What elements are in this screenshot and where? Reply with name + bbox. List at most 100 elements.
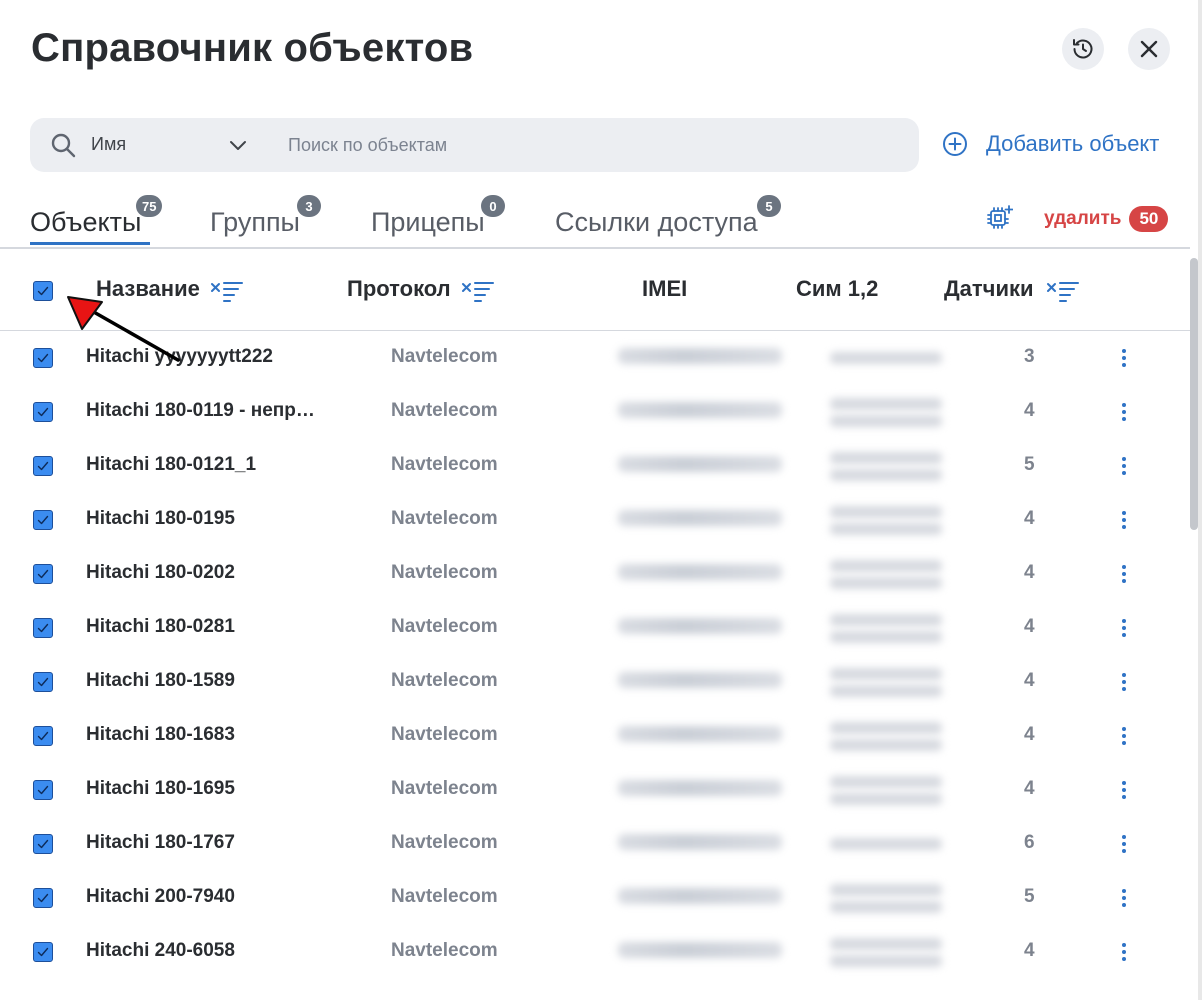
sort-filter-icon[interactable] <box>210 278 244 302</box>
object-protocol: Navtelecom <box>391 940 498 961</box>
object-name[interactable]: Hitachi 180-0119 - непр… <box>86 400 315 422</box>
table-row[interactable]: Hitachi 180-0119 - непр… Navtelecom 4 <box>0 385 1190 439</box>
sim-value-redacted <box>830 523 942 535</box>
column-header-sensors[interactable]: Датчики <box>944 276 1034 302</box>
row-checkbox[interactable] <box>33 456 53 476</box>
imei-value-redacted <box>618 618 782 634</box>
sim-value-redacted <box>830 506 942 518</box>
more-options-icon[interactable] <box>1112 561 1136 587</box>
tab-objects[interactable]: Объекты <box>30 207 141 238</box>
check-icon <box>37 677 49 687</box>
more-options-icon[interactable] <box>1112 615 1136 641</box>
column-header-name[interactable]: Название <box>96 276 200 302</box>
close-button[interactable] <box>1128 28 1170 70</box>
object-protocol: Navtelecom <box>391 886 498 907</box>
object-name[interactable]: Hitachi 180-1695 <box>86 778 235 800</box>
imei-value-redacted <box>618 942 782 958</box>
add-object-button[interactable]: Добавить объект <box>942 131 1159 157</box>
row-checkbox[interactable] <box>33 618 53 638</box>
object-name[interactable]: Hitachi 180-0202 <box>86 562 235 584</box>
more-options-icon[interactable] <box>1112 453 1136 479</box>
table-row[interactable]: Hitachi 180-0195 Navtelecom 4 <box>0 493 1190 547</box>
row-checkbox[interactable] <box>33 942 53 962</box>
object-sensors-count: 4 <box>1024 778 1035 799</box>
row-checkbox[interactable] <box>33 888 53 908</box>
sim-value-redacted <box>830 685 942 697</box>
scrollbar[interactable] <box>1190 258 1198 530</box>
object-name[interactable]: Hitachi 240-6058 <box>86 940 235 962</box>
table-row[interactable]: Hitachi 200-7940 Navtelecom 5 <box>0 871 1190 925</box>
imei-value-redacted <box>618 834 782 850</box>
object-name[interactable]: Hitachi 180-1683 <box>86 724 235 746</box>
sim-value-redacted <box>830 793 942 805</box>
object-name[interactable]: Hitachi 180-0281 <box>86 616 235 638</box>
table-row[interactable]: Hitachi 180-1683 Navtelecom 4 <box>0 709 1190 763</box>
object-name[interactable]: Hitachi 200-7940 <box>86 886 235 908</box>
table-row[interactable]: Hitachi 240-6058 Navtelecom 4 <box>0 925 1190 979</box>
cpu-add-icon[interactable] <box>985 204 1013 232</box>
tab-trailers[interactable]: Прицепы <box>371 207 485 238</box>
history-button[interactable] <box>1062 28 1104 70</box>
more-options-icon[interactable] <box>1112 669 1136 695</box>
object-name[interactable]: Hitachi 180-1589 <box>86 670 235 692</box>
sim-value-redacted <box>830 614 942 626</box>
tabs-divider <box>0 247 1190 249</box>
check-icon <box>37 515 49 525</box>
object-sensors-count: 4 <box>1024 670 1035 691</box>
object-sensors-count: 4 <box>1024 508 1035 529</box>
table-row[interactable]: Hitachi 180-1695 Navtelecom 4 <box>0 763 1190 817</box>
sim-value-redacted <box>830 739 942 751</box>
row-checkbox[interactable] <box>33 726 53 746</box>
row-checkbox[interactable] <box>33 780 53 800</box>
check-icon <box>37 353 49 363</box>
table-row[interactable]: Hitachi 180-0202 Navtelecom 4 <box>0 547 1190 601</box>
search-input[interactable] <box>280 126 900 164</box>
object-name[interactable]: Hitachi 180-0121_1 <box>86 454 256 476</box>
search-type-select[interactable]: Имя <box>91 134 126 155</box>
delete-count-badge: 50 <box>1129 206 1169 232</box>
plus-circle-icon <box>943 132 967 156</box>
tab-access-links[interactable]: Ссылки доступа <box>555 207 758 238</box>
more-options-icon[interactable] <box>1112 939 1136 965</box>
more-options-icon[interactable] <box>1112 723 1136 749</box>
row-checkbox[interactable] <box>33 510 53 530</box>
object-name[interactable]: Hitachi 180-1767 <box>86 832 235 854</box>
table-row[interactable]: Hitachi 180-1589 Navtelecom 4 <box>0 655 1190 709</box>
sim-value-redacted <box>830 398 942 410</box>
more-options-icon[interactable] <box>1112 507 1136 533</box>
sim-value-redacted <box>830 776 942 788</box>
more-options-icon[interactable] <box>1112 777 1136 803</box>
table-row[interactable]: Hitachi 180-0121_1 Navtelecom 5 <box>0 439 1190 493</box>
object-sensors-count: 4 <box>1024 724 1035 745</box>
sim-value-redacted <box>830 469 942 481</box>
table-row[interactable]: Hitachi 180-0281 Navtelecom 4 <box>0 601 1190 655</box>
chevron-down-icon[interactable] <box>228 135 248 155</box>
search-icon <box>51 133 76 158</box>
more-options-icon[interactable] <box>1112 345 1136 371</box>
delete-button[interactable]: удалить 50 <box>1044 206 1169 232</box>
row-checkbox[interactable] <box>33 834 53 854</box>
more-options-icon[interactable] <box>1112 885 1136 911</box>
object-name[interactable]: Hitachi 180-0195 <box>86 508 235 530</box>
row-checkbox[interactable] <box>33 402 53 422</box>
sort-filter-icon[interactable] <box>461 278 495 302</box>
row-checkbox[interactable] <box>33 672 53 692</box>
table-row[interactable]: Hitachi 180-1767 Navtelecom 6 <box>0 817 1190 871</box>
tab-groups[interactable]: Группы <box>210 207 300 238</box>
more-options-icon[interactable] <box>1112 399 1136 425</box>
tab-label: Ссылки доступа <box>555 207 758 237</box>
sim-value-redacted <box>830 668 942 680</box>
object-sensors-count: 6 <box>1024 832 1035 853</box>
object-protocol: Navtelecom <box>391 400 498 421</box>
object-name[interactable]: Hitachi yyyyyyytt222 <box>86 346 273 368</box>
tab-objects-badge: 75 <box>136 195 163 217</box>
row-checkbox[interactable] <box>33 348 53 368</box>
table-row[interactable]: Hitachi yyyyyyytt222 Navtelecom 3 <box>0 331 1190 385</box>
check-icon <box>37 407 49 417</box>
check-icon <box>37 785 49 795</box>
select-all-checkbox[interactable] <box>33 281 53 301</box>
column-header-protocol[interactable]: Протокол <box>347 276 451 302</box>
sort-filter-icon[interactable] <box>1046 278 1080 302</box>
row-checkbox[interactable] <box>33 564 53 584</box>
more-options-icon[interactable] <box>1112 831 1136 857</box>
